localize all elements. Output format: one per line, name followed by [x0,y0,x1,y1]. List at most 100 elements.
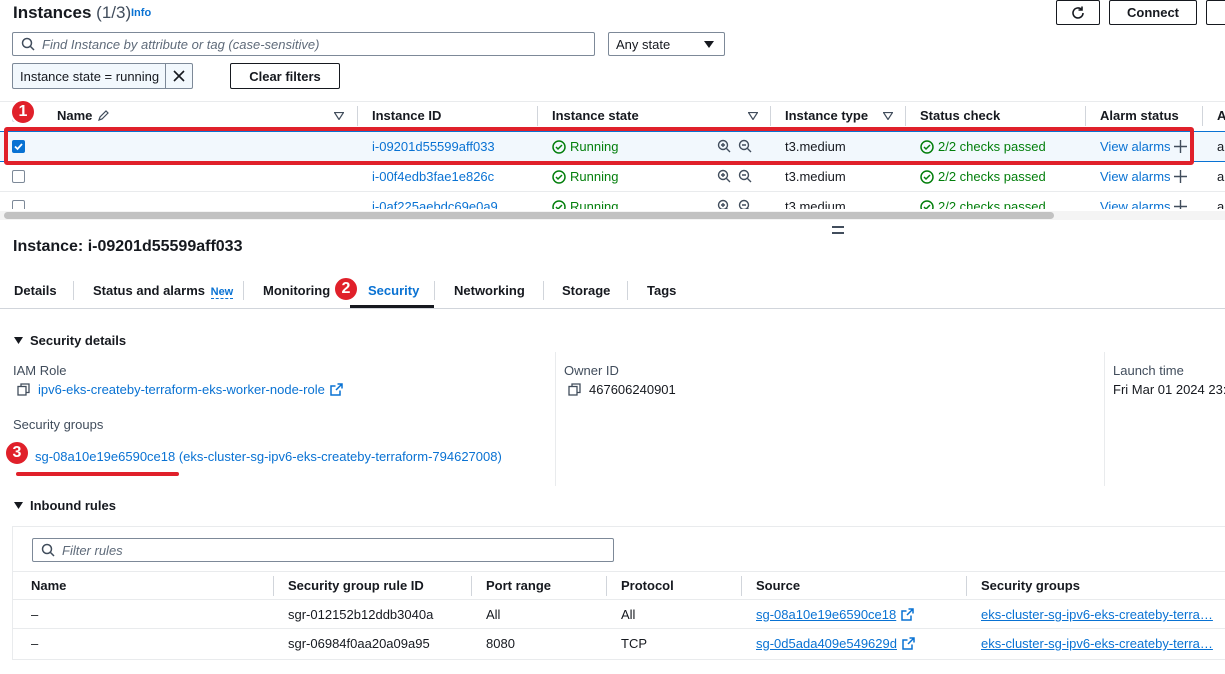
col-instance-type[interactable]: Instance type [785,108,868,123]
success-icon [552,199,566,209]
external-link-icon[interactable] [901,608,914,621]
col-instance-id[interactable]: Instance ID [372,108,441,123]
col-alarm-status[interactable]: Alarm status [1100,108,1179,123]
external-link-icon[interactable] [330,383,343,396]
refresh-button[interactable] [1056,0,1100,25]
clear-filters-button[interactable]: Clear filters [230,63,340,89]
column-divider[interactable] [905,106,906,126]
column-divider [1104,352,1105,486]
instance-state-label: Running [570,169,619,184]
col-rule-name[interactable]: Name [31,578,66,593]
external-link-icon[interactable] [902,637,915,650]
horizontal-scrollbar[interactable] [0,211,1225,220]
column-divider[interactable] [357,106,358,126]
tab-monitoring[interactable]: Monitoring [263,283,330,298]
col-protocol[interactable]: Protocol [621,578,674,593]
table-row-clipped: i-0af225aebdc69e0a9 Running t3.medium 2/… [0,192,1225,209]
column-divider[interactable] [741,576,742,596]
filter-rules-input[interactable]: Filter rules [32,538,614,562]
rule-protocol: All [621,607,636,622]
instance-search-input[interactable]: Find Instance by attribute or tag (case-… [12,32,595,56]
row-divider [12,628,1225,629]
zoom-in-icon[interactable] [717,169,731,183]
row-checkbox[interactable] [12,200,25,209]
source-link[interactable]: sg-0d5ada409e549629d [756,636,897,651]
view-alarms-link[interactable]: View alarms [1100,169,1171,184]
tab-details[interactable]: Details [14,283,57,298]
scrollbar-thumb[interactable] [4,212,1054,219]
col-instance-state[interactable]: Instance state [552,108,639,123]
zoom-out-icon[interactable] [738,169,752,183]
tabs-bottom-border [0,308,1225,309]
rule-name: – [31,607,39,622]
remove-filter-icon[interactable] [166,70,192,82]
caret-down-icon [14,337,23,344]
tab-networking[interactable]: Networking [454,283,525,298]
source-link[interactable]: sg-08a10e19e6590ce18 [756,607,896,622]
info-link[interactable]: Info [131,7,151,19]
success-icon [920,169,934,184]
row-checkbox[interactable] [12,170,25,183]
column-divider[interactable] [471,576,472,596]
launch-time-value: Fri Mar 01 2024 23: [1113,382,1225,397]
sort-icon[interactable] [748,112,758,120]
success-icon [920,199,934,209]
zoom-out-icon[interactable] [738,199,752,209]
actions-button[interactable] [1206,0,1225,25]
col-security-groups[interactable]: Security groups [981,578,1080,593]
col-port-range[interactable]: Port range [486,578,551,593]
tab-storage[interactable]: Storage [562,283,610,298]
column-divider[interactable] [1202,106,1203,126]
col-source[interactable]: Source [756,578,800,593]
rule-port: All [486,607,501,622]
page-title: Instances (1/3) [13,3,131,23]
iam-role-link[interactable]: ipv6-eks-createby-terraform-eks-worker-n… [38,382,325,397]
copy-icon[interactable] [17,383,30,396]
availability-zone: ap [1217,169,1225,184]
instance-id-link[interactable]: i-0af225aebdc69e0a9 [372,199,498,209]
zoom-in-icon[interactable] [717,199,731,209]
rule-id: sgr-012152b12ddb3040a [288,607,434,622]
tab-status-and-alarms[interactable]: Status and alarms New [93,283,234,299]
column-divider[interactable] [537,106,538,126]
copy-icon[interactable] [568,383,581,396]
column-divider[interactable] [966,576,967,596]
tab-divider [73,281,74,300]
iam-role-value: ipv6-eks-createby-terraform-eks-worker-n… [17,382,343,397]
column-divider [555,352,556,486]
filter-rules-placeholder: Filter rules [62,542,123,558]
status-check-label: 2/2 checks passed [938,169,1046,184]
security-groups-link[interactable]: eks-cluster-sg-ipv6-eks-createby-terra… [981,636,1213,651]
column-divider[interactable] [1085,106,1086,126]
column-divider[interactable] [273,576,274,596]
inbound-rules-toggle[interactable]: Inbound rules [14,498,116,513]
instance-id-link[interactable]: i-00f4edb3fae1e826c [372,169,494,184]
state-select-value: Any state [616,36,671,52]
col-availability-zone[interactable]: A [1217,108,1225,123]
tab-tags[interactable]: Tags [647,283,676,298]
tab-security[interactable]: Security [368,283,419,298]
state-select[interactable]: Any state [608,32,725,56]
add-icon[interactable] [1174,170,1187,183]
sort-icon[interactable] [883,112,893,120]
view-alarms-link[interactable]: View alarms [1100,199,1171,209]
security-details-heading: Security details [30,333,127,348]
col-status-check[interactable]: Status check [920,108,1000,123]
filter-token[interactable]: Instance state = running [12,63,193,89]
column-divider[interactable] [770,106,771,126]
column-divider[interactable] [606,576,607,596]
security-group-link[interactable]: sg-08a10e19e6590ce18 (eks-cluster-sg-ipv… [35,449,502,464]
annotation-badge-3: 3 [4,440,30,466]
connect-button[interactable]: Connect [1109,0,1197,25]
table-header-top-border [12,571,1225,572]
sort-icon[interactable] [334,112,344,120]
split-panel-handle[interactable] [832,226,844,234]
security-details-toggle[interactable]: Security details [14,333,126,348]
col-name[interactable]: Name [57,108,110,123]
status-check: 2/2 checks passed [920,199,1046,209]
security-groups-link[interactable]: eks-cluster-sg-ipv6-eks-createby-terra… [981,607,1213,622]
instance-state: Running [552,199,618,209]
add-icon[interactable] [1174,200,1187,209]
col-rule-id[interactable]: Security group rule ID [288,578,424,593]
annotation-highlight-box [4,127,1194,165]
